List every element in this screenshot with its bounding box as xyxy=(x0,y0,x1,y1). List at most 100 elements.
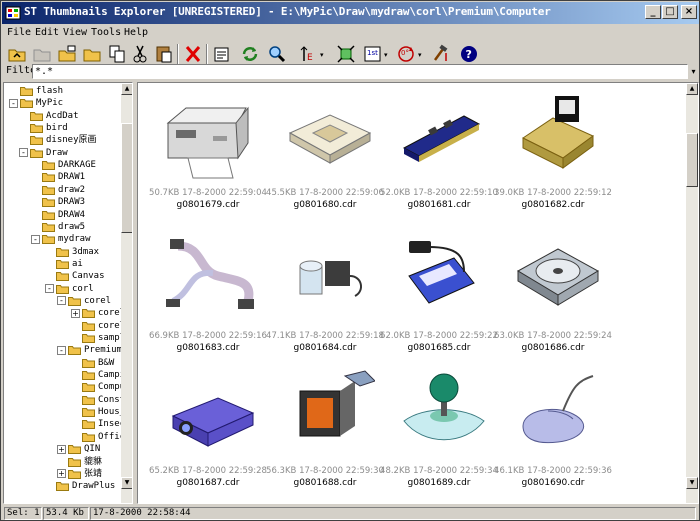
folder-icon xyxy=(82,432,95,442)
thumbnail-item[interactable]: 66.9KB 17-8-2000 22:59:16 g0801683.cdr xyxy=(143,231,273,363)
up-folder-button[interactable] xyxy=(6,43,28,65)
refresh-button[interactable] xyxy=(239,43,261,65)
thumbnail-filename: g0801685.cdr xyxy=(407,343,471,353)
expand-icon[interactable]: + xyxy=(57,444,66,454)
folder-icon xyxy=(68,445,81,455)
menu-view[interactable]: View xyxy=(63,27,87,38)
tree-item-label: draw2 xyxy=(58,184,86,195)
folder-icon xyxy=(56,259,69,269)
folder-icon xyxy=(20,99,33,109)
thumbnail-view[interactable]: 50.7KB 17-8-2000 22:59:04 g0801679.cdr 45.… xyxy=(137,82,699,504)
tools-icon xyxy=(433,44,448,61)
thumbnail-date: 17-8-2000 22:59:10 xyxy=(413,188,498,198)
tree-item-label: DRAW4 xyxy=(58,209,86,220)
thumbnail-date: 17-8-2000 22:59:36 xyxy=(527,466,612,476)
content-scrollbar[interactable]: ▲ ▼ xyxy=(686,83,698,503)
expand-icon[interactable]: + xyxy=(71,308,80,318)
thumbnail-size: 48.2KB xyxy=(380,466,411,476)
thumbnail-item[interactable]: 63.0KB 17-8-2000 22:59:24 g0801686.cdr xyxy=(488,231,618,363)
up-folder-icon xyxy=(8,49,26,62)
fit-button[interactable] xyxy=(335,43,357,65)
status-selection: Sel: 1 xyxy=(4,507,42,520)
thumbnail-size: 56.3KB xyxy=(266,466,297,476)
folder-tree[interactable]: flash MyPic - AcdDat bird disney原画 Draw - DARKAG… xyxy=(3,82,133,504)
tools-button[interactable] xyxy=(429,43,451,65)
ribbon-cable-icon xyxy=(166,239,254,309)
first-dropdown-icon[interactable]: ▾ xyxy=(384,51,388,59)
delete-button[interactable] xyxy=(182,43,204,65)
status-bar: Sel: 1 53.4 Kb 17-8-2000 22:58:44 xyxy=(2,506,699,521)
cut-button[interactable] xyxy=(129,43,151,65)
thumbnail-item[interactable]: 47.1KB 17-8-2000 22:59:18 g0801684.cdr xyxy=(260,231,390,363)
properties-button[interactable] xyxy=(211,43,233,65)
collapse-icon[interactable]: - xyxy=(9,98,18,108)
tree-item-label: 貔貅 xyxy=(84,456,103,467)
thumbnail-item[interactable]: 50.7KB 17-8-2000 22:59:04 g0801679.cdr xyxy=(143,88,273,220)
thumbnail-item[interactable]: 62.0KB 17-8-2000 22:59:22 g0801685.cdr xyxy=(374,231,504,363)
folder-icon xyxy=(82,371,95,381)
thumbnail-meta: 46.1KB 17-8-2000 22:59:36 xyxy=(488,466,618,476)
thumbnail-item[interactable]: 48.2KB 17-8-2000 22:59:34 g0801689.cdr xyxy=(374,366,504,498)
tree-scroll-thumb[interactable] xyxy=(121,123,132,233)
first-button[interactable]: 1st xyxy=(362,43,384,65)
menu-tools[interactable]: Tools xyxy=(91,27,121,38)
menu-help[interactable]: Help xyxy=(124,27,148,38)
thumbnail-item[interactable]: 56.3KB 17-8-2000 22:59:30 g0801688.cdr xyxy=(260,366,390,498)
rotate-dropdown-icon[interactable]: ▾ xyxy=(418,51,422,59)
filter-input[interactable]: *.* xyxy=(32,64,688,79)
collapse-icon[interactable]: - xyxy=(19,148,28,158)
collapse-icon[interactable]: - xyxy=(45,284,54,294)
folder-icon xyxy=(30,148,43,158)
copy-button[interactable] xyxy=(106,43,128,65)
folder-icon xyxy=(30,136,43,146)
collapse-icon[interactable]: - xyxy=(57,345,66,355)
folder-icon xyxy=(82,309,95,319)
tree-item-label: Draw xyxy=(46,147,68,158)
sort-dropdown-icon[interactable]: ▾ xyxy=(320,51,324,59)
disabled-folder-icon xyxy=(33,49,51,62)
thumbnail-item[interactable]: 46.1KB 17-8-2000 22:59:36 g0801690.cdr xyxy=(488,366,618,498)
new-folder-button[interactable] xyxy=(56,43,78,65)
minimize-button[interactable]: _ xyxy=(645,5,661,19)
menu-edit[interactable]: Edit xyxy=(35,27,59,38)
collapse-icon[interactable]: - xyxy=(57,296,66,306)
tree-scroll-down-button[interactable]: ▼ xyxy=(121,477,132,489)
zoom-button[interactable] xyxy=(266,43,288,65)
memory-module-icon xyxy=(402,115,481,162)
window-title: ST Thumbnails Explorer [UNREGISTERED] - … xyxy=(24,5,551,18)
title-bar[interactable]: ST Thumbnails Explorer [UNREGISTERED] - … xyxy=(2,2,699,24)
tree-scrollbar[interactable]: ▲ ▼ xyxy=(121,83,132,503)
content-scroll-up-button[interactable]: ▲ xyxy=(686,83,698,95)
thumbnail-meta: 65.2KB 17-8-2000 22:59:28 xyxy=(143,466,273,476)
filter-bar: Filter: *.* ▾ xyxy=(2,64,699,80)
tree-item-label: 3dmax xyxy=(72,246,100,257)
tree-item-label: mydraw xyxy=(58,234,91,245)
collapse-icon[interactable]: - xyxy=(31,234,40,244)
thumbnail-item[interactable]: 45.5KB 17-8-2000 22:59:06 g0801680.cdr xyxy=(260,88,390,220)
thumbnail-item[interactable]: 65.2KB 17-8-2000 22:59:28 g0801687.cdr xyxy=(143,366,273,498)
thumbnail-item[interactable]: 52.0KB 17-8-2000 22:59:10 g0801681.cdr xyxy=(374,88,504,220)
content-scroll-down-button[interactable]: ▼ xyxy=(686,477,698,489)
disabled-folder-button[interactable] xyxy=(31,43,53,65)
content-scroll-thumb[interactable] xyxy=(686,133,698,187)
filter-dropdown-button[interactable]: ▾ xyxy=(688,64,699,79)
tree-item-label: DRAW1 xyxy=(58,172,86,183)
refresh-icon xyxy=(242,47,258,61)
tree-scroll-up-button[interactable]: ▲ xyxy=(121,83,132,95)
svg-text:E: E xyxy=(307,53,313,63)
thumbnail-date: 17-8-2000 22:59:34 xyxy=(413,466,498,476)
rotate-button[interactable]: 0° xyxy=(395,43,417,65)
maximize-button[interactable]: □ xyxy=(662,5,678,19)
thumbnail-filename: g0801683.cdr xyxy=(176,343,240,353)
tree-item-label: DRAW3 xyxy=(58,197,86,208)
thumbnail-item[interactable]: 39.0KB 17-8-2000 22:59:12 g0801682.cdr xyxy=(488,88,618,220)
toolbar-separator xyxy=(177,44,179,64)
paste-button[interactable] xyxy=(153,43,175,65)
sort-button[interactable]: E xyxy=(296,43,318,65)
folder-icon xyxy=(82,321,95,331)
menu-file[interactable]: File xyxy=(7,27,31,38)
close-button[interactable]: × xyxy=(681,5,697,19)
folder-button[interactable] xyxy=(81,43,103,65)
help-button[interactable]: ? xyxy=(458,43,480,65)
expand-icon[interactable]: + xyxy=(57,469,66,479)
